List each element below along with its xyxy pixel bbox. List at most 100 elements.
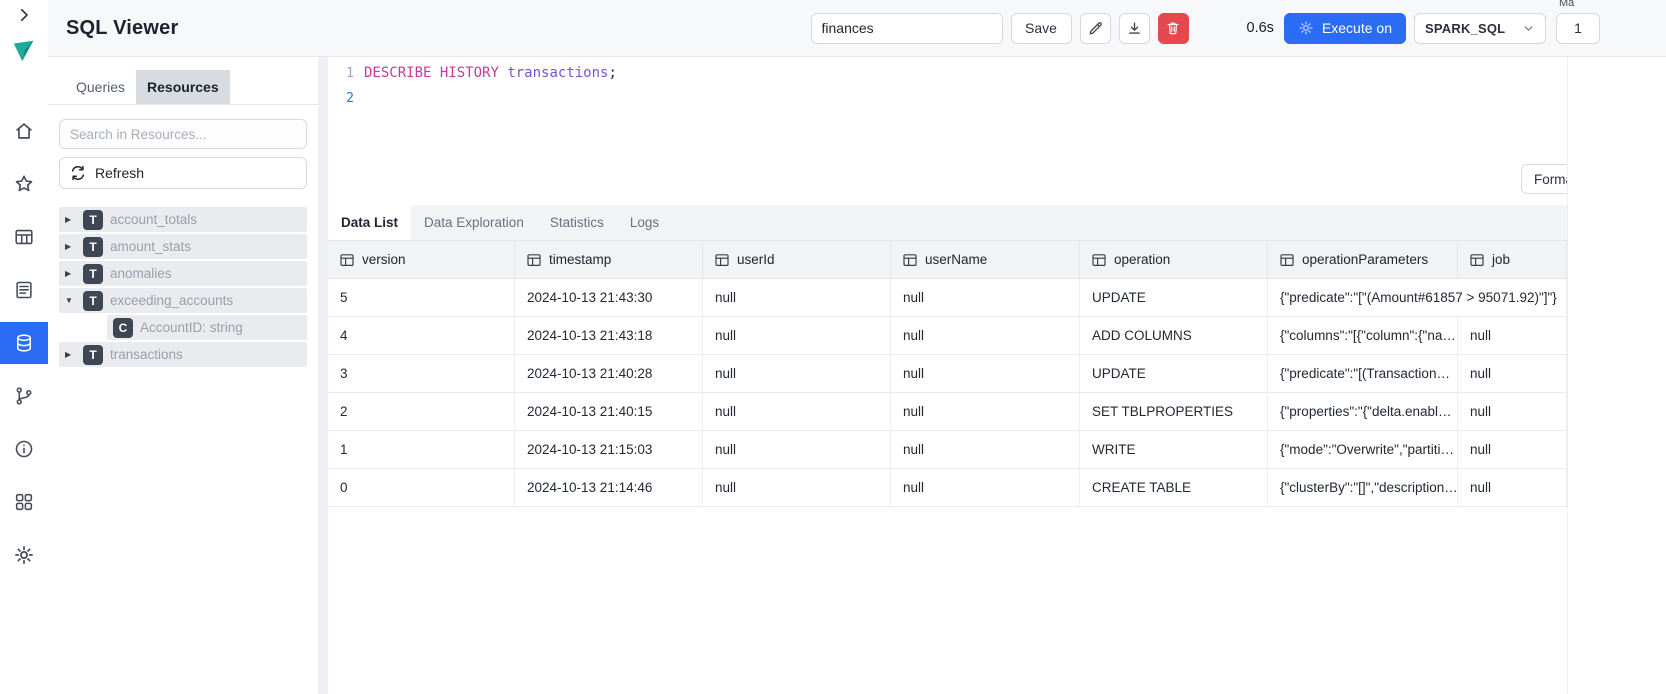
results-tab-logs[interactable]: Logs — [617, 205, 672, 240]
partial-button[interactable]: 1 — [1556, 12, 1600, 44]
tree-item-amount-stats[interactable]: ▶ Tamount_stats — [59, 234, 307, 259]
database-icon — [13, 332, 35, 354]
sidebar-tab-resources[interactable]: Resources — [136, 70, 230, 104]
format-button[interactable]: Format — [1521, 164, 1567, 194]
table-grid-icon — [1092, 253, 1106, 267]
table-grid-icon — [527, 253, 541, 267]
pencil-icon — [1087, 20, 1104, 37]
nav-home[interactable] — [0, 104, 48, 157]
cell-username: null — [891, 393, 1080, 430]
results-panel: Data List Data Exploration Statistics Logs … — [328, 205, 1567, 507]
refresh-button[interactable]: Refresh — [59, 157, 307, 189]
table-row[interactable]: 5 2024-10-13 21:43:30 null null UPDATE {"pred… — [328, 279, 1567, 317]
nav-documents[interactable] — [0, 263, 48, 316]
chevron-down-icon — [1522, 22, 1535, 35]
column-header-label: userName — [925, 252, 988, 267]
nav-connections[interactable] — [0, 369, 48, 422]
table-row[interactable]: 1 2024-10-13 21:15:03 null null WRITE {"mode"… — [328, 431, 1567, 469]
cell-operation: UPDATE — [1080, 279, 1268, 316]
cell-userid: null — [703, 393, 891, 430]
nav-info[interactable] — [0, 422, 48, 475]
line-number: 2 — [346, 91, 354, 106]
results-tab-data-exploration[interactable]: Data Exploration — [411, 205, 537, 240]
column-header-operationparameters[interactable]: operationParameters — [1268, 241, 1458, 278]
cell-operationparameters: {"predicate":"["(Amount#61857 > 95071.92… — [1280, 290, 1557, 305]
document-icon — [13, 279, 35, 301]
home-icon — [13, 120, 35, 142]
column-header-label: userId — [737, 252, 775, 267]
engine-select[interactable]: SPARK_SQL — [1414, 12, 1546, 44]
tree-item-transactions[interactable]: ▶ Ttransactions — [59, 342, 307, 367]
delete-button[interactable] — [1157, 12, 1189, 44]
sql-editor[interactable]: 1 DESCRIBE HISTORY transactions; 2 Format — [328, 57, 1567, 205]
tree-item-exceeding-accounts[interactable]: ▼ Texceeding_accounts — [59, 288, 307, 313]
table-grid-icon — [1280, 253, 1294, 267]
cell-username: null — [891, 431, 1080, 468]
cell-job: null — [1458, 469, 1567, 506]
chevron-right-icon[interactable] — [15, 6, 33, 24]
nav-database[interactable] — [0, 321, 48, 364]
star-icon — [13, 173, 35, 195]
cell-userid: null — [703, 279, 891, 316]
search-input[interactable] — [59, 119, 307, 149]
tree-item-anomalies[interactable]: ▶ Tanomalies — [59, 261, 307, 286]
panel-resizer[interactable] — [318, 57, 328, 694]
cell-version: 5 — [328, 279, 515, 316]
tree-item-label: exceeding_accounts — [110, 293, 234, 308]
execute-gear-icon — [1298, 20, 1314, 36]
refresh-icon — [69, 164, 87, 182]
nav-apps[interactable] — [0, 475, 48, 528]
table-badge-icon: T — [83, 344, 103, 365]
cell-operation: ADD COLUMNS — [1080, 317, 1268, 354]
table-row[interactable]: 4 2024-10-13 21:43:18 null null ADD COLUMNS{… — [328, 317, 1567, 355]
resources-sidebar: QueriesResources Refresh ▶ Taccount_total… — [48, 57, 318, 694]
table-row[interactable]: 0 2024-10-13 21:14:46 null null CREATE TABLE… — [328, 469, 1567, 507]
caret-collapsed-icon[interactable]: ▶ — [65, 350, 79, 359]
caret-expanded-icon[interactable]: ▼ — [65, 296, 79, 305]
table-row[interactable]: 2 2024-10-13 21:40:15 null null SET TBLPROPE… — [328, 393, 1567, 431]
caret-collapsed-icon[interactable]: ▶ — [65, 215, 79, 224]
results-tab-data-list[interactable]: Data List — [328, 205, 412, 240]
cell-version: 1 — [328, 431, 515, 468]
column-header-operation[interactable]: operation — [1080, 241, 1268, 278]
cell-job: null — [1458, 355, 1567, 392]
caret-collapsed-icon[interactable]: ▶ — [65, 269, 79, 278]
column-header-userid[interactable]: userId — [703, 241, 891, 278]
download-button[interactable] — [1118, 12, 1150, 44]
app-logo — [12, 38, 36, 62]
column-header-version[interactable]: version — [328, 241, 515, 278]
tree-item-accountid-string[interactable]: C AccountID: string — [107, 315, 307, 340]
table-grid-icon — [903, 253, 917, 267]
table-row[interactable]: 3 2024-10-13 21:40:28 null null UPDATE {"pred… — [328, 355, 1567, 393]
cell-timestamp: 2024-10-13 21:43:30 — [515, 279, 703, 316]
code-line[interactable]: 1 DESCRIBE HISTORY transactions; — [328, 61, 1567, 86]
nav-settings[interactable] — [0, 528, 48, 581]
gear-icon — [13, 544, 35, 566]
execute-button[interactable]: Execute on — [1283, 12, 1406, 44]
tree-item-account-totals[interactable]: ▶ Taccount_totals — [59, 207, 307, 232]
code-line[interactable]: 2 — [328, 86, 1567, 111]
edit-button[interactable] — [1079, 12, 1111, 44]
download-icon — [1126, 20, 1143, 37]
results-table-header: version timestamp userId userName operat… — [328, 241, 1567, 279]
column-header-label: operationParameters — [1302, 252, 1429, 267]
table-grid-icon — [1470, 253, 1484, 267]
column-header-timestamp[interactable]: timestamp — [515, 241, 703, 278]
column-header-job[interactable]: job — [1458, 241, 1567, 278]
tree-item-label: anomalies — [110, 266, 172, 281]
nav-favorites[interactable] — [0, 157, 48, 210]
cell-timestamp: 2024-10-13 21:40:28 — [515, 355, 703, 392]
cell-timestamp: 2024-10-13 21:14:46 — [515, 469, 703, 506]
results-tab-statistics[interactable]: Statistics — [537, 205, 617, 240]
caret-collapsed-icon[interactable]: ▶ — [65, 242, 79, 251]
apps-icon — [13, 491, 35, 513]
sidebar-tab-queries[interactable]: Queries — [65, 70, 136, 104]
code-text: DESCRIBE HISTORY transactions; — [364, 65, 617, 81]
nav-tables[interactable] — [0, 210, 48, 263]
column-header-username[interactable]: userName — [891, 241, 1080, 278]
save-button[interactable]: Save — [1010, 12, 1072, 44]
line-number: 1 — [346, 66, 354, 81]
cell-userid: null — [703, 431, 891, 468]
query-name-input[interactable] — [810, 12, 1003, 44]
table-badge-icon: T — [83, 263, 103, 284]
